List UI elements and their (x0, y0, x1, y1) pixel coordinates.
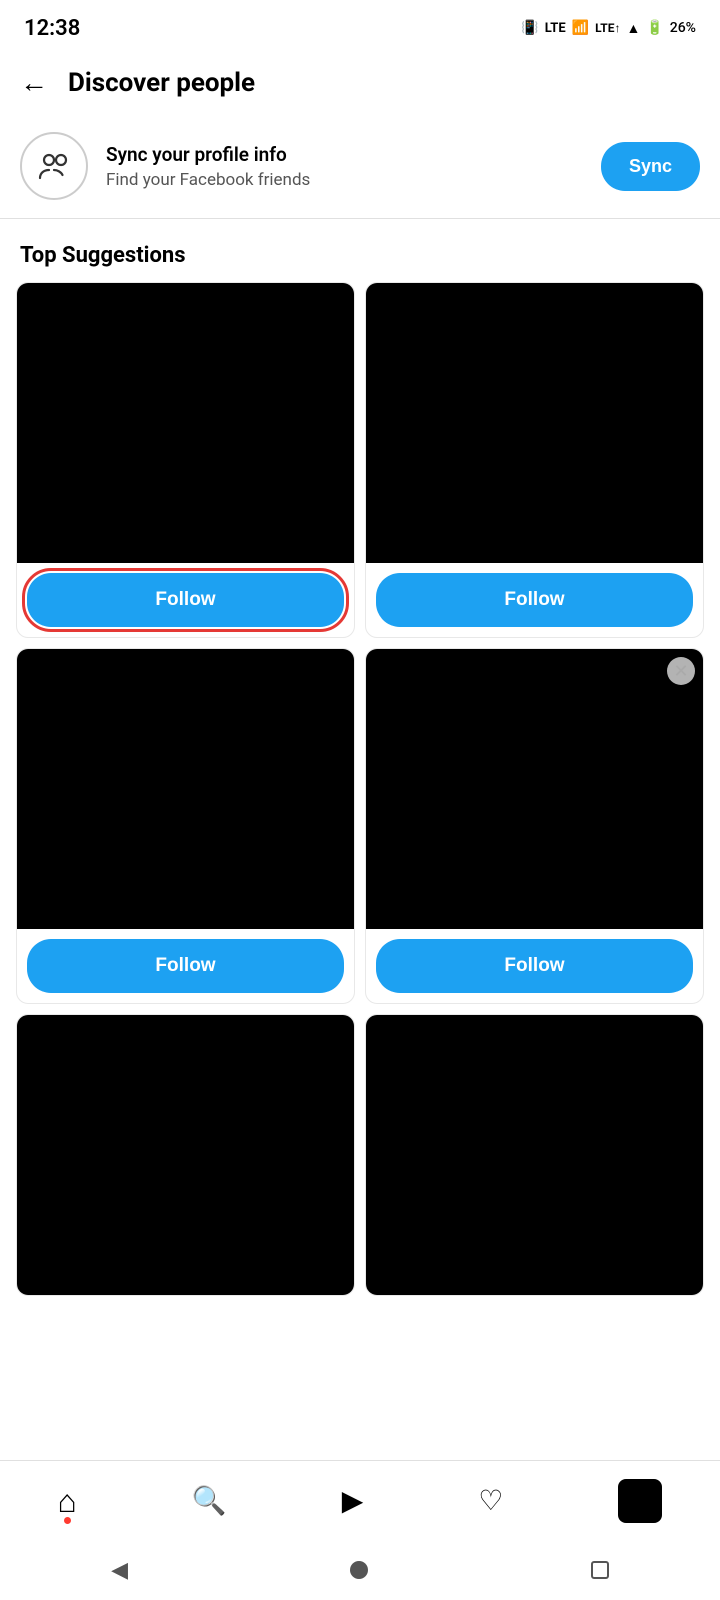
suggestion-card-6 (365, 1014, 704, 1296)
home-icon: ⌂ (58, 1482, 77, 1520)
nav-reels[interactable]: ▶ (342, 1484, 364, 1517)
card-image-1 (17, 283, 354, 563)
sync-title: Sync your profile info (106, 143, 583, 166)
suggestion-card-5 (16, 1014, 355, 1296)
suggestion-card-3: Follow (16, 648, 355, 1004)
suggestions-grid: Follow Follow Follow ✕ Follow (0, 282, 720, 1296)
wifi-icon: 📶 (572, 20, 589, 36)
nav-profile[interactable] (618, 1479, 662, 1523)
follow-button-4[interactable]: Follow (376, 939, 693, 993)
bottom-nav: ⌂ 🔍 ▶ ♡ (0, 1460, 720, 1540)
android-recents-button[interactable] (591, 1561, 609, 1579)
home-notification-dot (64, 1517, 71, 1524)
sync-button[interactable]: Sync (601, 142, 700, 191)
nav-search[interactable]: 🔍 (192, 1484, 227, 1517)
section-title: Top Suggestions (0, 223, 720, 282)
close-button-4[interactable]: ✕ (667, 657, 695, 685)
follow-button-3[interactable]: Follow (27, 939, 344, 993)
android-back-button[interactable]: ◀ (111, 1558, 128, 1583)
status-icons: 📳 LTE 📶 LTE↑ ▲ 🔋 26% (521, 20, 696, 37)
profile-avatar (618, 1479, 662, 1523)
reels-icon: ▶ (342, 1484, 364, 1517)
sync-icon (20, 132, 88, 200)
lte2-icon: LTE↑ (595, 21, 620, 35)
follow-button-1[interactable]: Follow (27, 573, 344, 627)
lte-icon: LTE (545, 21, 566, 36)
android-home-button[interactable] (350, 1561, 368, 1579)
sync-subtitle: Find your Facebook friends (106, 170, 583, 190)
search-icon: 🔍 (192, 1484, 227, 1517)
status-time: 12:38 (24, 16, 80, 41)
sync-banner: Sync your profile info Find your Faceboo… (0, 114, 720, 219)
vibrate-icon: 📳 (521, 20, 538, 36)
card-image-6 (366, 1015, 703, 1295)
back-button[interactable]: ← (20, 69, 48, 97)
page-title: Discover people (68, 68, 255, 98)
card-image-4 (366, 649, 703, 929)
nav-activity[interactable]: ♡ (478, 1484, 503, 1517)
battery-icon: 🔋 (646, 20, 663, 36)
follow-button-2[interactable]: Follow (376, 573, 693, 627)
suggestion-card-1: Follow (16, 282, 355, 638)
status-bar: 12:38 📳 LTE 📶 LTE↑ ▲ 🔋 26% (0, 0, 720, 52)
sync-text: Sync your profile info Find your Faceboo… (106, 143, 583, 190)
android-nav-bar: ◀ (0, 1540, 720, 1600)
heart-icon: ♡ (478, 1484, 503, 1517)
nav-home[interactable]: ⌂ (58, 1482, 77, 1520)
suggestion-card-4: ✕ Follow (365, 648, 704, 1004)
card-image-5 (17, 1015, 354, 1295)
page-header: ← Discover people (0, 52, 720, 114)
battery-pct: 26% (670, 20, 696, 36)
card-image-3 (17, 649, 354, 929)
card-image-2 (366, 283, 703, 563)
signal-icon: ▲ (626, 20, 640, 37)
suggestion-card-2: Follow (365, 282, 704, 638)
